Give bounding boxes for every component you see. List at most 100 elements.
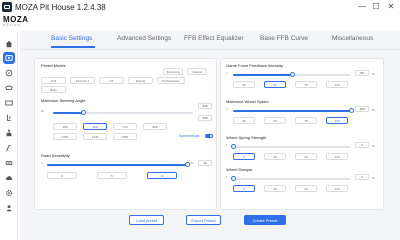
ffb-preset-100[interactable]: 100	[326, 81, 348, 88]
preset-casual[interactable]: Casual	[187, 68, 207, 75]
export-preset-button[interactable]: Export Preset	[186, 215, 221, 225]
sidebar-item-pedals[interactable]	[3, 112, 15, 124]
steering-angle-handle[interactable]	[81, 110, 87, 115]
road-sensitivity-value[interactable]: 10	[198, 160, 212, 166]
damper-preset-0[interactable]: 0	[233, 185, 255, 192]
sidebar-item-handbrake[interactable]	[3, 142, 15, 154]
hub-icon	[5, 160, 13, 166]
pedals-icon	[6, 114, 11, 121]
road-preset-0[interactable]: 0	[47, 172, 77, 179]
shifter-icon	[6, 129, 12, 137]
preset-racing[interactable]: Racing	[128, 77, 153, 84]
load-preset-button[interactable]: Load preset	[129, 215, 164, 225]
synchronous-label: Synchronous	[179, 134, 200, 138]
tab-divider	[20, 49, 400, 50]
wheel-speed-unit: %	[372, 108, 375, 112]
main-content: Basic Settings Advanced Settings FFB Eff…	[20, 30, 400, 240]
angle-preset-1440[interactable]: 1440	[83, 133, 107, 140]
preset-performance[interactable]: Performance	[157, 77, 185, 84]
preset-drift[interactable]: Drift	[41, 77, 66, 84]
sidebar-item-wheel[interactable]	[3, 67, 15, 79]
preset-rally[interactable]: Rally	[41, 86, 66, 93]
game-ffb-unit: %	[372, 72, 375, 76]
speed-preset-50[interactable]: 50	[264, 117, 286, 124]
ffb-preset-75[interactable]: 75	[295, 81, 317, 88]
tab-miscellaneous[interactable]: Miscellaneous	[332, 35, 373, 42]
ffb-preset-50[interactable]: 50	[264, 81, 286, 88]
window-title: MOZA Pit House 1.2.4.38	[15, 3, 106, 12]
ffb-preset-25[interactable]: 25	[233, 81, 255, 88]
wheel-speed-handle[interactable]	[348, 108, 354, 113]
tab-advanced-settings[interactable]: Advanced Settings	[117, 35, 171, 42]
angle-preset-900[interactable]: 900	[143, 123, 167, 130]
steering-angle-slider[interactable]	[53, 110, 193, 115]
preset-simracing[interactable]: Simracing	[163, 68, 183, 75]
spring-preset-0[interactable]: 0	[233, 153, 255, 160]
game-ffb-handle[interactable]	[289, 72, 295, 77]
maximize-button[interactable]: ☐	[370, 1, 382, 13]
game-ffb-slider[interactable]	[233, 72, 351, 77]
road-preset-5[interactable]: 5	[97, 172, 127, 179]
damper-preset-30[interactable]: 30	[264, 185, 286, 192]
tab-basic-settings[interactable]: Basic Settings	[51, 35, 92, 42]
wheel-speed-slider[interactable]	[233, 108, 354, 113]
spring-strength-value[interactable]: 0	[355, 142, 369, 148]
preset-gt[interactable]: GT	[99, 77, 124, 84]
brand-logo: MOZA RACING	[3, 15, 29, 27]
minimize-button[interactable]: —	[356, 1, 368, 13]
spring-strength-handle[interactable]	[230, 144, 236, 149]
tab-base-ffb-curve[interactable]: Base FFB Curve	[260, 35, 308, 42]
steering-angle-min: 90	[41, 110, 44, 113]
game-ffb-fill	[233, 74, 292, 76]
road-sensitivity-handle[interactable]	[184, 162, 190, 167]
speed-preset-75[interactable]: 75	[295, 117, 317, 124]
wheel-speed-value[interactable]: 100	[355, 106, 369, 112]
sidebar-item-cloud[interactable]	[3, 172, 15, 184]
synchronous-toggle[interactable]	[205, 134, 213, 138]
speed-preset-100[interactable]: 100	[326, 117, 348, 124]
speed-preset-25[interactable]: 25	[233, 117, 255, 124]
active-tab-indicator	[51, 46, 95, 48]
steering-angle-value-2[interactable]: 540	[198, 115, 212, 121]
preset-formula-1[interactable]: Formula 1	[70, 77, 95, 84]
road-sensitivity-fill	[47, 164, 187, 166]
angle-preset-1800[interactable]: 1800	[113, 133, 137, 140]
sidebar-item-shifter[interactable]	[3, 127, 15, 139]
sidebar-item-settings[interactable]	[3, 187, 15, 199]
angle-preset-360[interactable]: 360	[83, 123, 107, 130]
game-ffb-value[interactable]: 50	[355, 70, 369, 76]
wheel-damper-handle[interactable]	[230, 176, 236, 181]
sidebar-item-wheelbase[interactable]	[3, 52, 15, 64]
spring-preset-100[interactable]: 100	[326, 153, 348, 160]
steering-angle-value[interactable]: 540	[198, 103, 212, 109]
wheel-damper-slider[interactable]	[230, 176, 351, 181]
sidebar-item-hub[interactable]	[3, 157, 15, 169]
sidebar-item-steering-wheel[interactable]	[3, 82, 15, 94]
wheel-icon	[5, 69, 13, 77]
road-preset-10[interactable]: 10	[147, 172, 177, 179]
angle-preset-180[interactable]: 180	[53, 123, 77, 130]
tab-ffb-effect-equalizer[interactable]: FFB Effect Equalizer	[184, 35, 244, 42]
spring-strength-slider[interactable]	[230, 144, 351, 149]
spring-preset-30[interactable]: 30	[264, 153, 286, 160]
damper-preset-60[interactable]: 60	[295, 185, 317, 192]
handbrake-icon	[6, 145, 11, 152]
wheel-damper-value[interactable]: 0	[355, 174, 369, 180]
app-logo-icon	[2, 2, 12, 12]
angle-preset-720[interactable]: 720	[113, 123, 137, 130]
road-sensitivity-slider[interactable]	[47, 162, 190, 167]
steering-angle-label: Maximum Steering Angle	[41, 98, 86, 103]
sidebar-item-home[interactable]	[3, 38, 15, 50]
spring-preset-60[interactable]: 60	[295, 153, 317, 160]
close-button[interactable]: ✕	[385, 1, 397, 13]
user-icon	[6, 205, 12, 212]
sidebar-item-user[interactable]	[3, 202, 15, 214]
damper-preset-100[interactable]: 100	[326, 185, 348, 192]
title-bar: MOZA Pit House 1.2.4.38 — ☐ ✕	[0, 0, 400, 14]
angle-preset-1080[interactable]: 1080	[53, 133, 77, 140]
sidebar-item-dashboard[interactable]	[3, 97, 15, 109]
create-preset-button[interactable]: Create Preset	[244, 215, 286, 225]
spring-strength-min: 0	[226, 144, 228, 147]
wheel-damper-min: 0	[226, 176, 228, 179]
preset-modes-label: Preset Modes	[41, 63, 66, 68]
